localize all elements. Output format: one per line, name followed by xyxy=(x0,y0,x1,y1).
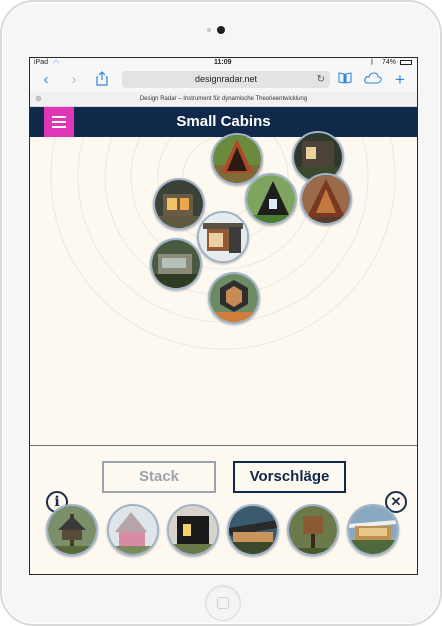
cabin-hexagon[interactable] xyxy=(208,272,260,324)
bluetooth-icon: ᛒ xyxy=(370,59,375,66)
tab-title: Design Radar – Instrument für dynamische… xyxy=(139,96,308,102)
chevron-left-icon[interactable]: ‹ xyxy=(38,71,54,89)
screen: iPad ◠ 11:09 ᛒ 74% ‹ › designradar.net ↻ xyxy=(29,57,418,575)
home-button[interactable] xyxy=(205,585,241,621)
cabin-timber-aframe[interactable] xyxy=(300,173,352,225)
design-radar[interactable]: i ✕ xyxy=(30,131,417,513)
address-bar[interactable]: designradar.net ↻ xyxy=(122,71,330,88)
chevron-right-icon[interactable]: › xyxy=(66,71,82,89)
stack-button[interactable]: Stack xyxy=(102,461,216,493)
device-label: iPad xyxy=(34,59,49,66)
clock: 11:09 xyxy=(214,59,232,66)
tab-bar[interactable]: ⊗ Design Radar – Instrument für dynamisc… xyxy=(30,92,417,107)
page-title: Small Cabins xyxy=(176,113,271,130)
status-bar: iPad ◠ 11:09 ᛒ 74% xyxy=(30,58,417,68)
battery-percent: 74% xyxy=(382,59,397,66)
plus-icon[interactable]: + xyxy=(392,71,408,89)
cabin-modern-cube[interactable] xyxy=(197,211,249,263)
sensor xyxy=(207,28,211,32)
browser-toolbar: ‹ › designradar.net ↻ + xyxy=(30,68,417,92)
divider xyxy=(30,445,417,446)
front-camera xyxy=(217,26,225,34)
battery-icon xyxy=(400,60,412,65)
cloud-icon[interactable] xyxy=(364,71,382,89)
cabin-tree-platform[interactable] xyxy=(287,504,339,556)
reload-icon[interactable]: ↻ xyxy=(317,71,325,88)
cabin-pink-gable[interactable] xyxy=(107,504,159,556)
cabin-black-box[interactable] xyxy=(167,504,219,556)
cabin-forest-block[interactable] xyxy=(150,238,202,290)
cabin-white-pavilion[interactable] xyxy=(347,504,399,556)
cabin-long-lodge[interactable] xyxy=(227,504,279,556)
wifi-icon: ◠ xyxy=(53,60,60,67)
app-header: Small Cabins xyxy=(30,107,417,137)
tab-close-icon[interactable]: ⊗ xyxy=(35,92,42,106)
ipad-frame: iPad ◠ 11:09 ᛒ 74% ‹ › designradar.net ↻ xyxy=(0,0,442,626)
cabin-treehouse[interactable] xyxy=(46,504,98,556)
url-text: designradar.net xyxy=(194,74,258,84)
cabin-green-triangle[interactable] xyxy=(245,173,297,225)
cabin-glass-box[interactable] xyxy=(153,178,205,230)
book-icon[interactable] xyxy=(336,71,354,89)
share-icon[interactable] xyxy=(94,71,110,89)
suggestions-button[interactable]: Vorschläge xyxy=(233,461,346,493)
hamburger-icon[interactable] xyxy=(44,107,74,137)
